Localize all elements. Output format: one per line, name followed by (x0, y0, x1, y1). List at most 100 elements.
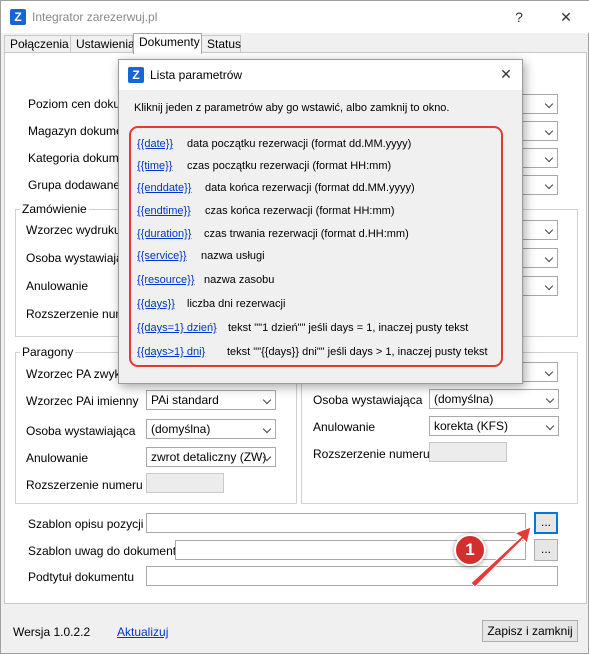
chevron-down-icon (544, 367, 554, 377)
dialog-title-bar: Z Lista parametrów ✕ (119, 60, 522, 90)
param-link-duration[interactable]: {{duration}} (137, 228, 191, 240)
field-label: Rozszerzenie numeru (313, 447, 430, 461)
combo-box[interactable] (521, 175, 558, 195)
window-title: Integrator zarezerwuj.pl (32, 10, 158, 24)
param-row: {{enddate}} data końca rezerwacji (forma… (137, 182, 415, 196)
param-row: {{duration}} czas trwania rezerwacji (fo… (137, 228, 409, 242)
param-row: {{resource}} nazwa zasobu (137, 274, 274, 288)
chevron-down-icon (262, 395, 272, 405)
select-value: zwrot detaliczny (ZW) (151, 450, 267, 464)
param-link-service[interactable]: {{service}} (137, 250, 187, 262)
szablon-opisu-browse-button[interactable]: ... (534, 512, 558, 534)
osoba-wystawiajaca-select[interactable]: (domyślna) (146, 419, 276, 439)
tab-dokumenty[interactable]: Dokumenty (133, 33, 202, 54)
field-label: Anulowanie (26, 451, 89, 465)
wzorzec-pai-select[interactable]: PAi standard (146, 390, 276, 410)
callout-number-badge: 1 (454, 534, 486, 566)
param-desc: data początku rezerwacji (format dd.MM.y… (187, 138, 412, 150)
param-desc: liczba dni rezerwacji (187, 298, 286, 310)
param-link-endtime[interactable]: {{endtime}} (137, 205, 191, 217)
combo-box[interactable] (521, 94, 558, 114)
tab-status[interactable]: Status (201, 35, 241, 53)
save-and-close-button[interactable]: Zapisz i zamknij (482, 620, 578, 642)
param-desc: czas początku rezerwacji (format HH:mm) (187, 160, 392, 172)
rozszerzenie-numeru-input[interactable] (146, 473, 224, 493)
osoba-wystawiajaca-select-2[interactable]: (domyślna) (429, 389, 559, 409)
field-label: Poziom cen dokum (28, 97, 131, 111)
anulowanie-select-2[interactable]: korekta (KFS) (429, 416, 559, 436)
param-row: {{days=1} dzień} tekst ""1 dzień"" jeśli… (137, 322, 468, 336)
tab-polaczenia[interactable]: Połączenia (4, 35, 71, 53)
chevron-down-icon (262, 424, 272, 434)
param-desc: data końca rezerwacji (format dd.MM.yyyy… (205, 182, 415, 194)
param-link-days[interactable]: {{days}} (137, 298, 175, 310)
title-bar: Z Integrator zarezerwuj.pl ? ✕ (1, 1, 589, 33)
dialog-close-button[interactable]: ✕ (496, 66, 516, 82)
anulowanie-select[interactable]: zwrot detaliczny (ZW) (146, 447, 276, 467)
param-row: {{endtime}} czas końca rezerwacji (forma… (137, 205, 394, 219)
param-desc: tekst ""{{days}} dni"" jeśli days > 1, i… (227, 346, 488, 358)
chevron-down-icon (544, 126, 554, 136)
app-logo-icon: Z (10, 9, 26, 25)
rozszerzenie-numeru-input-2[interactable] (429, 442, 507, 462)
param-row: {{days}} liczba dni rezerwacji (137, 298, 285, 312)
chevron-down-icon (544, 180, 554, 190)
chevron-down-icon (544, 253, 554, 263)
select-value: (domyślna) (434, 392, 494, 406)
combo-box[interactable] (521, 248, 558, 268)
chevron-down-icon (544, 225, 554, 235)
help-button[interactable]: ? (509, 9, 529, 25)
param-desc: czas końca rezerwacji (format HH:mm) (205, 205, 395, 217)
field-label: Wzorzec PAi imienny (26, 394, 139, 408)
combo-box[interactable] (521, 276, 558, 296)
dialog-title: Lista parametrów (150, 68, 243, 82)
field-label: Wzorzec wydruku (26, 223, 121, 237)
param-link-days-eq-1[interactable]: {{days=1} dzień} (137, 322, 217, 334)
param-desc: czas trwania rezerwacji (format d.HH:mm) (204, 228, 409, 240)
select-value: korekta (KFS) (434, 419, 509, 433)
tab-ustawienia[interactable]: Ustawienia (70, 35, 135, 53)
param-link-time[interactable]: {{time}} (137, 160, 172, 172)
group-title: Zamówienie (20, 202, 89, 216)
field-label: Anulowanie (26, 279, 89, 293)
parameters-dialog: Z Lista parametrów ✕ Kliknij jeden z par… (118, 59, 523, 384)
chevron-down-icon (545, 394, 555, 404)
group-title: Paragony (20, 345, 76, 359)
field-label: Rozszerzenie numeru (26, 478, 143, 492)
update-link[interactable]: Aktualizuj (117, 625, 168, 639)
combo-box[interactable] (521, 362, 558, 382)
close-button[interactable]: ✕ (556, 9, 576, 25)
param-row: {{time}} czas początku rezerwacji (forma… (137, 160, 391, 174)
field-label: Osoba wystawiająca (313, 393, 423, 407)
field-label: Szablon opisu pozycji (28, 517, 144, 531)
field-label: Szablon uwag do dokumentu (28, 544, 183, 558)
param-link-date[interactable]: {{date}} (137, 138, 173, 150)
chevron-down-icon (544, 153, 554, 163)
param-row: {{days>1} dni} tekst ""{{days}} dni"" je… (137, 346, 488, 360)
param-link-days-gt-1[interactable]: {{days>1} dni} (137, 346, 205, 358)
field-label: Wzorzec PA zwykły (26, 367, 130, 381)
version-label: Wersja 1.0.2.2 (13, 625, 91, 639)
chevron-down-icon (544, 281, 554, 291)
tab-strip: Połączenia Ustawienia Dokumenty Status (1, 33, 589, 54)
param-link-resource[interactable]: {{resource}} (137, 274, 195, 286)
combo-box[interactable] (521, 148, 558, 168)
param-desc: nazwa usługi (201, 250, 265, 262)
select-value: PAi standard (151, 393, 219, 407)
field-label: Kategoria dokumen (28, 151, 133, 165)
combo-box[interactable] (521, 121, 558, 141)
param-row: {{date}} data początku rezerwacji (forma… (137, 138, 411, 152)
chevron-down-icon (545, 421, 555, 431)
app-logo-icon: Z (128, 67, 144, 83)
field-label: Anulowanie (313, 420, 376, 434)
param-link-enddate[interactable]: {{enddate}} (137, 182, 191, 194)
param-desc: tekst ""1 dzień"" jeśli days = 1, inacze… (228, 322, 469, 334)
field-label: Osoba wystawiająca (26, 424, 136, 438)
select-value: (domyślna) (151, 422, 211, 436)
field-label: Podtytuł dokumentu (28, 570, 135, 584)
param-desc: nazwa zasobu (204, 274, 275, 286)
szablon-uwag-browse-button[interactable]: ... (534, 539, 558, 561)
combo-box[interactable] (521, 220, 558, 240)
dialog-instruction: Kliknij jeden z parametrów aby go wstawi… (134, 102, 450, 114)
param-row: {{service}} nazwa usługi (137, 250, 265, 264)
